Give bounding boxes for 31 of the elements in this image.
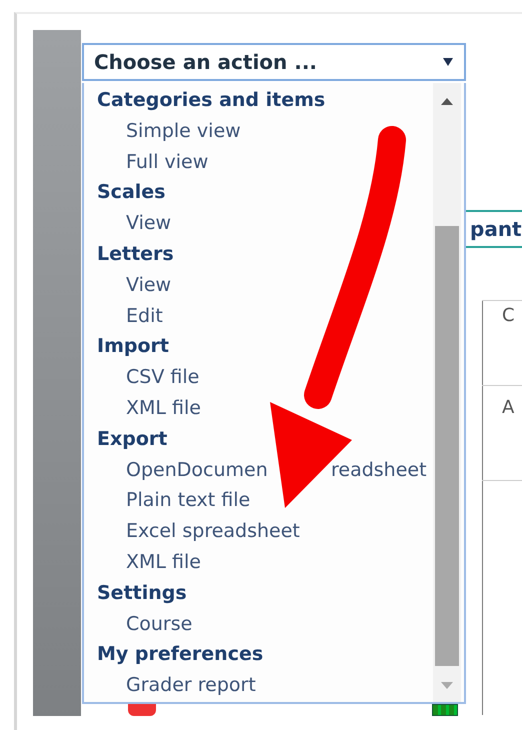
dropdown-option[interactable]: View (126, 270, 172, 301)
option-group-label: Categories and items (97, 88, 326, 113)
action-select[interactable]: Choose an action ... (82, 43, 466, 81)
table-cell: A (502, 397, 514, 418)
dropdown-option[interactable]: Course (126, 608, 192, 640)
option-group-label: My preferences (97, 642, 264, 668)
scroll-down-icon[interactable] (441, 682, 453, 690)
scroll-up-icon[interactable] (441, 97, 453, 105)
scrollbar[interactable] (433, 83, 461, 702)
dropdown-option[interactable]: Excel spreadsheet (126, 516, 300, 547)
grid-icon (432, 704, 458, 716)
dropdown-option[interactable]: CSV file (126, 362, 200, 393)
dropdown-option[interactable]: Plain text file (126, 485, 250, 516)
option-group-label: Export (97, 426, 168, 452)
dropdown-option[interactable]: Simple view (126, 116, 241, 147)
option-group-label: Settings (97, 580, 187, 606)
marker-icon (128, 704, 156, 716)
dropdown-option[interactable]: OpenDocumen (126, 454, 331, 486)
option-text-fragment[interactable]: readsheet (331, 454, 427, 486)
option-group-label: Scales (97, 180, 166, 206)
dropdown-option[interactable]: XML file (126, 546, 201, 578)
scrollbar-thumb[interactable] (435, 226, 459, 666)
dropdown-option[interactable]: Full view (126, 146, 208, 178)
dropdown-option[interactable]: Edit (126, 300, 163, 332)
dropdown-option[interactable]: Grader report (126, 670, 256, 701)
dropdown-option[interactable]: View (126, 208, 172, 239)
caret-icon (442, 57, 454, 67)
option-group-label: Import (97, 334, 169, 360)
option-group-label: Letters (97, 242, 174, 267)
dropdown-option[interactable]: XML file (126, 392, 201, 424)
table-cell: C (502, 305, 515, 326)
